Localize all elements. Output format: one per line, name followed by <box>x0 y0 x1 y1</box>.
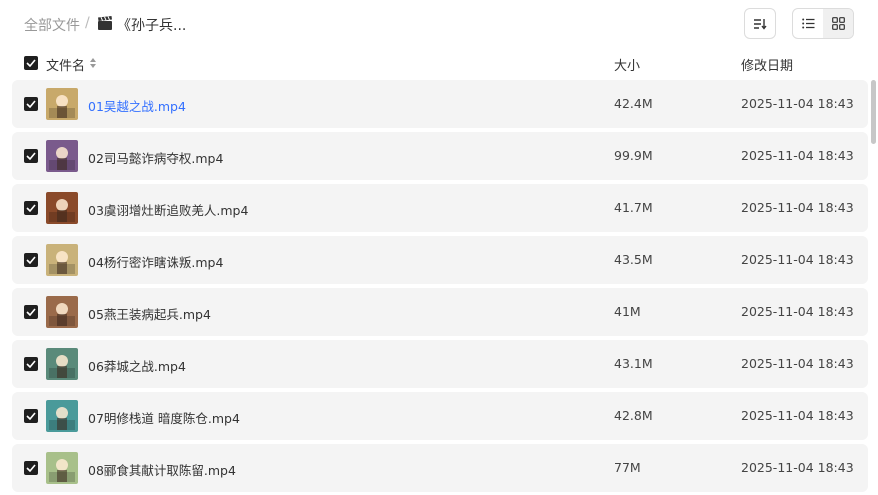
file-name[interactable]: 01吴越之战.mp4 <box>88 96 186 115</box>
file-modified-date: 2025-11-04 18:43 <box>741 148 854 163</box>
video-thumbnail-icon <box>46 192 78 224</box>
table-header: 文件名 大小 修改日期 <box>0 48 878 80</box>
row-checkbox[interactable] <box>24 97 38 111</box>
checkmark-icon <box>26 412 36 420</box>
file-modified-date: 2025-11-04 18:43 <box>741 304 854 319</box>
breadcrumb-current[interactable]: 《孙子兵... <box>117 15 186 35</box>
scrollbar-thumb[interactable] <box>871 80 876 144</box>
file-name[interactable]: 04杨行密诈瞎诛叛.mp4 <box>88 252 223 271</box>
name-column-header[interactable]: 文件名 <box>46 55 85 74</box>
view-toggle <box>792 8 854 39</box>
file-name[interactable]: 06莽城之战.mp4 <box>88 356 186 375</box>
video-thumbnail-icon <box>46 296 78 328</box>
file-size: 42.4M <box>614 96 653 111</box>
row-checkbox[interactable] <box>24 305 38 319</box>
file-name[interactable]: 05燕王装病起兵.mp4 <box>88 304 211 323</box>
row-checkbox[interactable] <box>24 409 38 423</box>
file-size: 77M <box>614 460 641 475</box>
size-column-header[interactable]: 大小 <box>614 55 640 74</box>
grid-view-button[interactable] <box>823 9 853 38</box>
file-modified-date: 2025-11-04 18:43 <box>741 460 854 475</box>
file-size: 99.9M <box>614 148 653 163</box>
breadcrumb-separator: / <box>85 15 90 31</box>
video-thumbnail-icon <box>46 88 78 120</box>
row-checkbox[interactable] <box>24 357 38 371</box>
video-thumbnail-icon <box>46 400 78 432</box>
file-name[interactable]: 03虞诩增灶断追败羌人.mp4 <box>88 200 248 219</box>
checkmark-icon <box>26 204 36 212</box>
video-thumbnail-icon <box>46 452 78 484</box>
checkmark-icon <box>26 100 36 108</box>
file-modified-date: 2025-11-04 18:43 <box>741 96 854 111</box>
checkmark-icon <box>26 308 36 316</box>
checkmark-icon <box>26 152 36 160</box>
file-row[interactable]: 01吴越之战.mp4 42.4M 2025-11-04 18:43 <box>12 80 868 128</box>
list-view-icon <box>801 18 814 29</box>
file-size: 43.1M <box>614 356 653 371</box>
file-modified-date: 2025-11-04 18:43 <box>741 200 854 215</box>
sort-button[interactable] <box>744 8 776 39</box>
row-checkbox[interactable] <box>24 201 38 215</box>
date-column-header[interactable]: 修改日期 <box>741 55 793 74</box>
file-row[interactable]: 04杨行密诈瞎诛叛.mp4 43.5M 2025-11-04 18:43 <box>12 236 868 284</box>
file-row[interactable]: 03虞诩增灶断追败羌人.mp4 41.7M 2025-11-04 18:43 <box>12 184 868 232</box>
checkmark-icon <box>26 59 36 67</box>
file-row[interactable]: 08郦食其献计取陈留.mp4 77M 2025-11-04 18:43 <box>12 444 868 492</box>
file-row[interactable]: 02司马懿诈病夺权.mp4 99.9M 2025-11-04 18:43 <box>12 132 868 180</box>
file-size: 41.7M <box>614 200 653 215</box>
file-row[interactable]: 06莽城之战.mp4 43.1M 2025-11-04 18:43 <box>12 340 868 388</box>
checkmark-icon <box>26 256 36 264</box>
row-checkbox[interactable] <box>24 461 38 475</box>
checkmark-icon <box>26 464 36 472</box>
row-checkbox[interactable] <box>24 253 38 267</box>
sort-icon <box>754 18 767 30</box>
file-name[interactable]: 07明修栈道 暗度陈仓.mp4 <box>88 408 240 427</box>
file-row[interactable]: 05燕王装病起兵.mp4 41M 2025-11-04 18:43 <box>12 288 868 336</box>
sort-caret-icon[interactable] <box>89 57 97 69</box>
video-thumbnail-icon <box>46 244 78 276</box>
checkmark-icon <box>26 360 36 368</box>
file-modified-date: 2025-11-04 18:43 <box>741 408 854 423</box>
select-all-checkbox[interactable] <box>24 56 38 70</box>
list-view-button[interactable] <box>793 9 823 38</box>
video-thumbnail-icon <box>46 348 78 380</box>
clapperboard-icon <box>98 16 112 30</box>
top-bar: 全部文件 / 《孙子兵... <box>0 0 878 48</box>
file-size: 42.8M <box>614 408 653 423</box>
file-size: 41M <box>614 304 641 319</box>
grid-view-icon <box>831 17 845 30</box>
file-modified-date: 2025-11-04 18:43 <box>741 356 854 371</box>
file-name[interactable]: 02司马懿诈病夺权.mp4 <box>88 148 223 167</box>
file-row[interactable]: 07明修栈道 暗度陈仓.mp4 42.8M 2025-11-04 18:43 <box>12 392 868 440</box>
video-thumbnail-icon <box>46 140 78 172</box>
file-name[interactable]: 08郦食其献计取陈留.mp4 <box>88 460 236 479</box>
row-checkbox[interactable] <box>24 149 38 163</box>
file-modified-date: 2025-11-04 18:43 <box>741 252 854 267</box>
file-size: 43.5M <box>614 252 653 267</box>
breadcrumb-root[interactable]: 全部文件 <box>24 15 80 35</box>
